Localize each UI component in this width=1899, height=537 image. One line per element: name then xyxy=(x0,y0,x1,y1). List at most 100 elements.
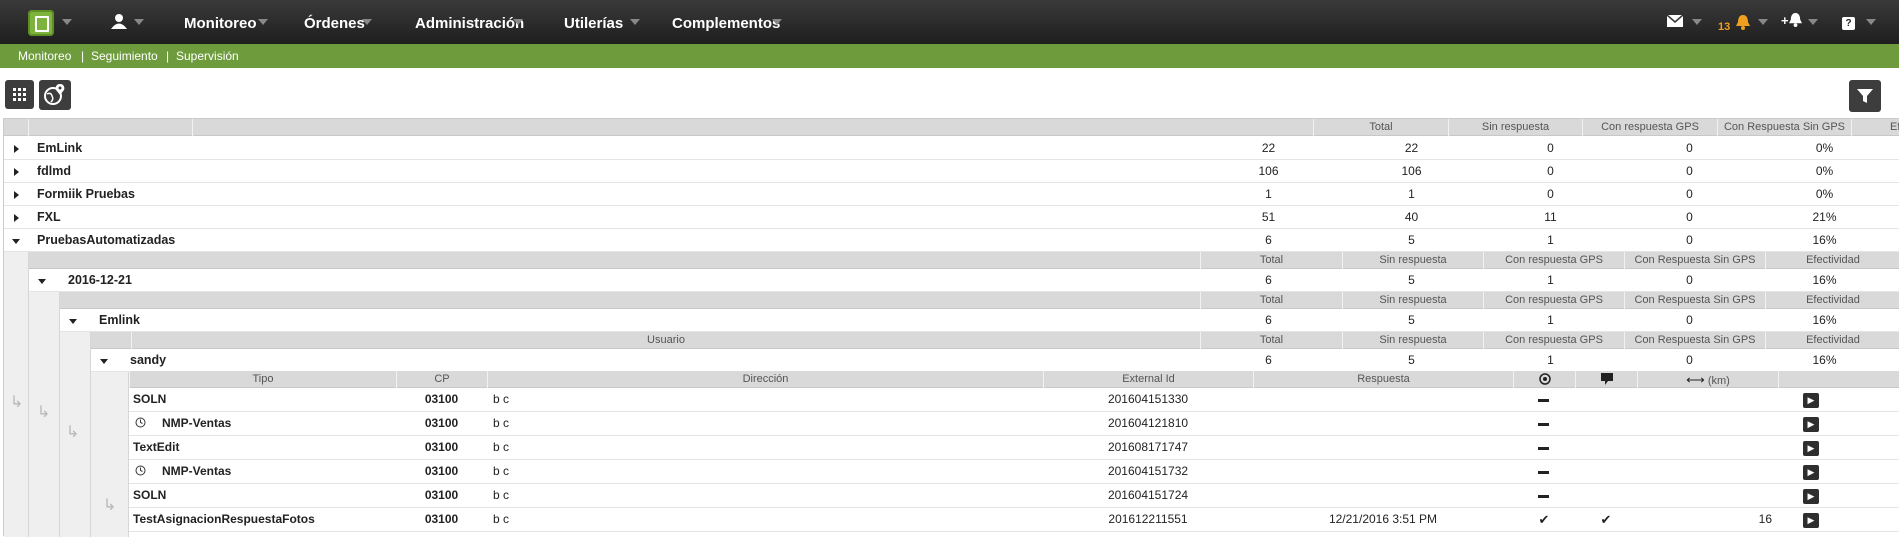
distance-arrows-icon: ⟷ xyxy=(1686,372,1705,387)
header-con-respuesta-gps: Con respuesta GPS xyxy=(1582,119,1717,136)
user-row[interactable]: sandy 6 5 1 0 16% xyxy=(91,349,1899,372)
group-name: PruebasAutomatizadas xyxy=(37,233,176,247)
grid-view-button[interactable] xyxy=(5,80,34,109)
go-arrow-button[interactable]: ▶ xyxy=(1803,393,1819,408)
detail-respuesta: 12/21/2016 3:51 PM xyxy=(1328,512,1438,526)
detail-tipo: TestAsignacionRespuestaFotos xyxy=(133,512,315,526)
filter-icon xyxy=(1857,89,1873,103)
group-row[interactable]: FXL 51 40 11 0 21% xyxy=(4,206,1899,229)
detail-row[interactable]: NMP-Ventas 03100 b c 201604151732 ▶ xyxy=(129,460,1899,484)
header-cp: CP xyxy=(396,371,487,388)
app-logo[interactable] xyxy=(28,10,54,36)
nav-utilerias[interactable]: Utilerías xyxy=(564,15,623,32)
cell-sin-respuesta: 1 xyxy=(1547,233,1554,247)
group-name: FXL xyxy=(37,210,61,224)
clock-icon xyxy=(135,465,146,479)
detail-row[interactable]: SOLN 03100 b c 201604151330 ▶ xyxy=(129,388,1899,412)
expand-arrow-icon[interactable] xyxy=(14,214,19,222)
chevron-down-icon[interactable] xyxy=(362,19,372,25)
detail-direccion: b c xyxy=(493,464,510,478)
chevron-down-icon[interactable] xyxy=(772,19,782,25)
expand-arrow-icon[interactable] xyxy=(14,168,19,176)
header-gps xyxy=(1513,371,1575,388)
collapse-arrow-icon[interactable] xyxy=(100,359,108,364)
subnav-monitoreo[interactable]: Monitoreo xyxy=(18,49,71,63)
group-row[interactable]: EmLink 22 22 0 0 0% xyxy=(4,137,1899,160)
header-con-respuesta-gps: Con respuesta GPS xyxy=(1483,292,1624,309)
go-arrow-button[interactable]: ▶ xyxy=(1803,465,1819,480)
detail-distance xyxy=(1637,436,1778,459)
no-response-dash-icon xyxy=(1538,399,1549,402)
expand-arrow-icon[interactable] xyxy=(14,145,19,153)
user-icon[interactable] xyxy=(111,13,127,33)
date-row[interactable]: 2016-12-21 6 5 1 0 16% xyxy=(29,269,1899,292)
header-sin-respuesta: Sin respuesta xyxy=(1342,292,1483,309)
detail-cp: 03100 xyxy=(424,416,459,430)
subnav-supervision[interactable]: Supervisión xyxy=(176,49,239,63)
chevron-down-icon[interactable] xyxy=(258,19,268,25)
detail-row[interactable]: TextEdit 03100 b c 201608171747 ▶ xyxy=(129,436,1899,460)
group-name: fdlmd xyxy=(37,164,72,178)
chevron-down-icon[interactable] xyxy=(62,19,72,25)
collapse-arrow-icon[interactable] xyxy=(69,319,77,324)
go-arrow-button[interactable]: ▶ xyxy=(1803,417,1819,432)
chevron-down-icon[interactable] xyxy=(630,19,640,25)
detail-direccion: b c xyxy=(493,488,510,502)
cell-sin-respuesta: 5 xyxy=(1408,273,1415,287)
cell-total: 6 xyxy=(1265,353,1272,367)
nav-administracion[interactable]: Administración xyxy=(415,15,524,32)
map-view-button[interactable] xyxy=(39,80,71,110)
nav-monitoreo[interactable]: Monitoreo xyxy=(184,15,257,32)
detail-external-id: 201604151724 xyxy=(1107,488,1189,502)
top-navbar: Monitoreo Órdenes Administración Utilerí… xyxy=(0,0,1899,44)
collapse-arrow-icon[interactable] xyxy=(12,239,20,244)
header-con-respuesta-sin-gps: Con Respuesta Sin GPS xyxy=(1624,252,1765,269)
help-icon[interactable]: ? xyxy=(1842,17,1855,30)
detail-tipo: SOLN xyxy=(133,392,167,406)
go-arrow-button[interactable]: ▶ xyxy=(1803,513,1819,528)
chevron-down-icon[interactable] xyxy=(1758,19,1768,25)
nav-ordenes[interactable]: Órdenes xyxy=(304,15,365,32)
detail-respuesta xyxy=(1253,484,1513,507)
detail-respuesta xyxy=(1253,388,1513,411)
detail-respuesta xyxy=(1253,412,1513,435)
date-level-header: Total Sin respuesta Con respuesta GPS Co… xyxy=(29,252,1899,269)
collapse-arrow-icon[interactable] xyxy=(38,279,46,284)
company-level-header: Total Sin respuesta Con respuesta GPS Co… xyxy=(60,292,1899,309)
go-arrow-button[interactable]: ▶ xyxy=(1803,441,1819,456)
chevron-down-icon[interactable] xyxy=(513,19,523,25)
cell-efectividad: 0% xyxy=(1815,187,1834,201)
user-level-header: Usuario Total Sin respuesta Con respuest… xyxy=(91,332,1899,349)
subnav-seguimiento[interactable]: Seguimiento xyxy=(91,49,158,63)
header-con-respuesta-sin-gps: Con Respuesta Sin GPS xyxy=(1717,119,1851,136)
comment-icon xyxy=(1600,373,1613,385)
detail-row[interactable]: NMP-Ventas 03100 b c 201604121810 ▶ xyxy=(129,412,1899,436)
go-arrow-button[interactable]: ▶ xyxy=(1803,489,1819,504)
mail-icon[interactable] xyxy=(1666,14,1684,31)
header-usuario: Usuario xyxy=(131,332,1200,349)
company-row[interactable]: Emlink 6 5 1 0 16% xyxy=(60,309,1899,332)
expand-arrow-icon[interactable] xyxy=(14,191,19,199)
cell-con-sin-gps: 0 xyxy=(1686,273,1693,287)
detail-external-id: 201604151732 xyxy=(1107,464,1189,478)
cell-efectividad: 0% xyxy=(1815,164,1834,178)
header-action xyxy=(1778,371,1899,388)
chevron-down-icon[interactable] xyxy=(1692,19,1702,25)
add-alert-icon[interactable]: + xyxy=(1781,13,1802,28)
bell-icon[interactable] xyxy=(1736,15,1750,34)
detail-row[interactable]: TestAsignacionRespuestaFotos 03100 b c 2… xyxy=(129,508,1899,532)
chevron-down-icon[interactable] xyxy=(1808,19,1818,25)
detail-row[interactable]: SOLN 03100 b c 201604151724 ▶ xyxy=(129,484,1899,508)
chevron-down-icon[interactable] xyxy=(1866,19,1876,25)
cell-value: 106 xyxy=(1258,164,1279,178)
cell-con-sin-gps: 0 xyxy=(1686,313,1693,327)
filter-button[interactable] xyxy=(1849,80,1881,112)
detail-respuesta xyxy=(1253,460,1513,483)
group-row[interactable]: Formiik Pruebas 1 1 0 0 0% xyxy=(4,183,1899,206)
detail-external-id: 201604121810 xyxy=(1107,416,1189,430)
group-row[interactable]: fdlmd 106 106 0 0 0% xyxy=(4,160,1899,183)
detail-tipo: NMP-Ventas xyxy=(162,416,232,430)
group-row-expanded[interactable]: PruebasAutomatizadas 6 5 1 0 16% xyxy=(4,229,1899,252)
chevron-down-icon[interactable] xyxy=(134,19,144,25)
nav-complementos[interactable]: Complementos xyxy=(672,15,780,32)
